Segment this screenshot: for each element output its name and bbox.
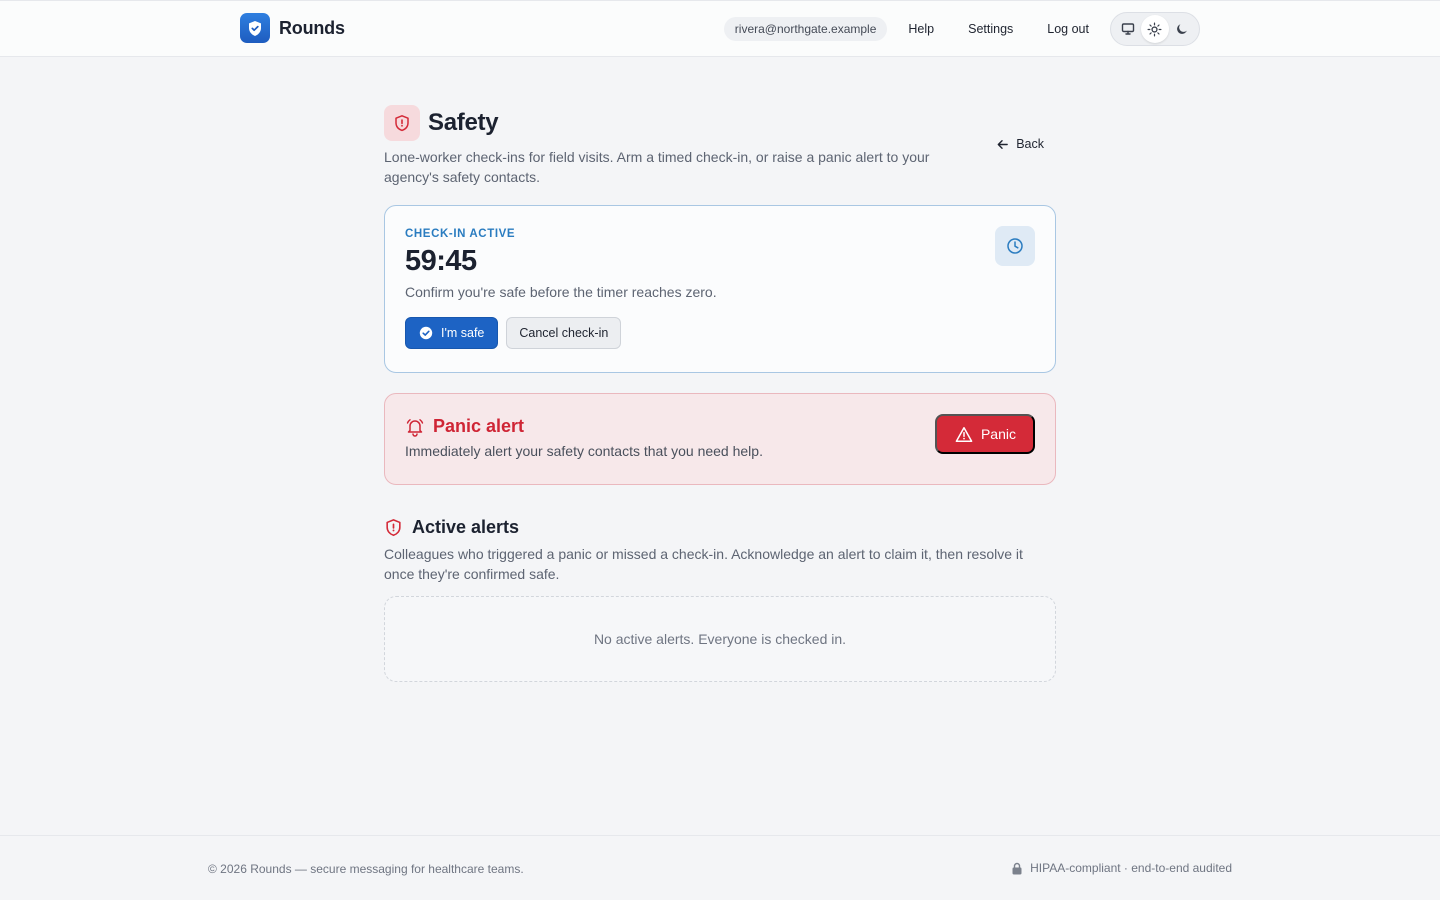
monitor-icon (1121, 23, 1134, 35)
panic-title: Panic alert (433, 416, 525, 436)
shield-alert-icon (386, 519, 401, 537)
brand-shield-icon (240, 13, 270, 43)
theme-switch (1110, 12, 1200, 46)
cancel-checkin-button[interactable]: Cancel check-in (506, 317, 622, 349)
check-circle-icon (419, 326, 433, 340)
im-safe-button[interactable]: I'm safe (405, 317, 499, 349)
brand[interactable]: Rounds (240, 13, 345, 43)
footer-compliance: HIPAA-compliant · end-to-end audited (1011, 861, 1232, 875)
arrow-left-icon (997, 139, 1009, 149)
page-subtitle: Lone-worker check-ins for field visits. … (384, 149, 930, 185)
checkin-timer: 59:45 (405, 245, 477, 277)
alerts-empty-message: No active alerts. Everyone is checked in… (593, 631, 847, 647)
page-header: Safety Lone-worker check-ins for field v… (384, 105, 1056, 205)
checkin-note: Confirm you're safe before the timer rea… (405, 284, 717, 300)
safety-page: Safety Lone-worker check-ins for field v… (384, 105, 1056, 682)
theme-dark-button[interactable] (1169, 15, 1196, 43)
alerts-title: Active alerts (412, 517, 520, 537)
user-email: rivera@northgate.example (723, 17, 888, 41)
warning-triangle-icon (955, 426, 973, 442)
sun-icon (1148, 22, 1162, 36)
help-link[interactable]: Help (908, 22, 934, 36)
theme-system-button[interactable] (1114, 15, 1141, 43)
page-title: Safety (428, 109, 499, 136)
footer-compliance-text: HIPAA-compliant · end-to-end audited (1030, 861, 1232, 875)
panic-button[interactable]: Panic (934, 414, 1035, 454)
lock-icon (1012, 862, 1022, 874)
logout-link[interactable]: Log out (1047, 22, 1089, 36)
footer: © 2026 Rounds — secure messaging for hea… (0, 835, 1440, 900)
top-nav: rivera@northgate.example Help Settings L… (723, 12, 1200, 46)
cancel-checkin-label: Cancel check-in (519, 326, 609, 340)
theme-light-button[interactable] (1141, 15, 1169, 43)
active-alerts-section: Active alerts Colleagues who triggered a… (384, 517, 1056, 682)
panic-card: Panic alert Immediately alert your safet… (384, 393, 1056, 485)
clock-icon (995, 226, 1035, 266)
checkin-card: Check-in active 59:45 Confirm you're saf… (384, 205, 1056, 373)
bell-icon (406, 418, 424, 437)
panic-button-label: Panic (980, 426, 1016, 442)
back-label: Back (1016, 137, 1044, 151)
alerts-empty-state: No active alerts. Everyone is checked in… (384, 596, 1056, 682)
alerts-subtitle: Colleagues who triggered a panic or miss… (384, 546, 1023, 582)
top-bar: Rounds rivera@northgate.example Help Set… (0, 0, 1440, 57)
shield-alert-icon (384, 105, 420, 141)
brand-name: Rounds (279, 17, 345, 38)
back-link[interactable]: Back (996, 137, 1044, 151)
im-safe-label: I'm safe (441, 326, 485, 340)
checkin-status: Check-in active (405, 228, 516, 240)
footer-copyright: © 2026 Rounds — secure messaging for hea… (208, 862, 524, 876)
settings-link[interactable]: Settings (968, 22, 1013, 36)
moon-icon (1177, 24, 1188, 34)
